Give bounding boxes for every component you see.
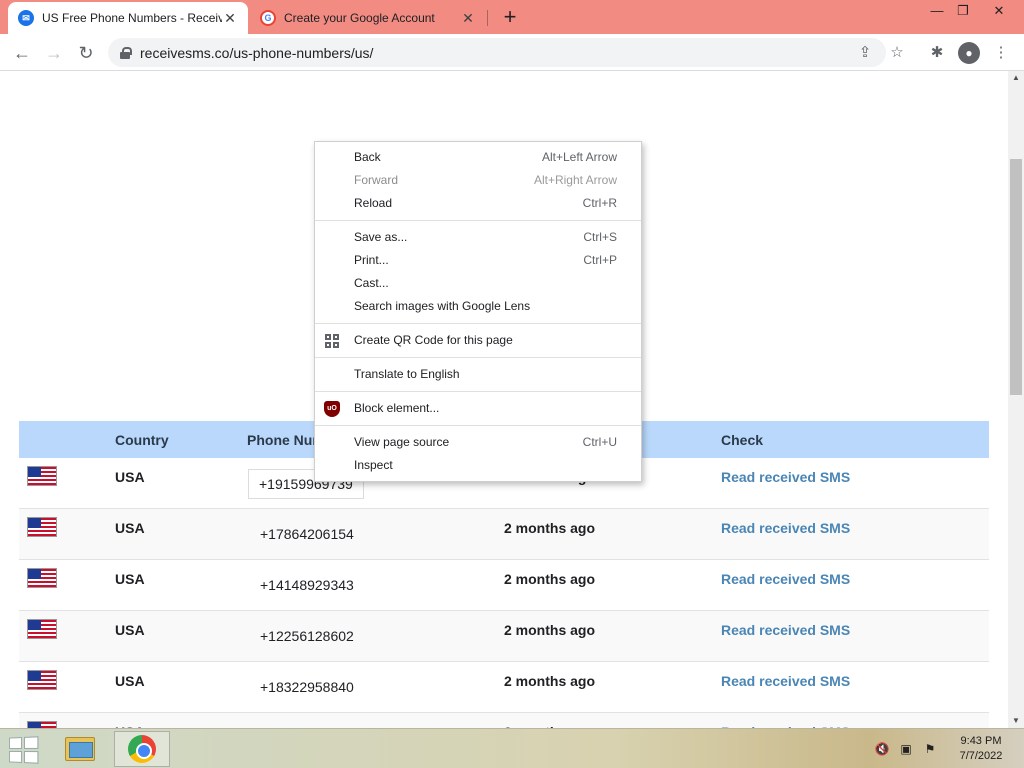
menu-separator [315, 323, 641, 324]
us-flag-icon [27, 517, 57, 537]
menu-separator [315, 357, 641, 358]
close-window-button[interactable]: ✕ [982, 0, 1016, 24]
tab-title: Create your Google Account [284, 11, 435, 25]
table-row: USA +18322958840 2 months ago Read recei… [19, 662, 989, 713]
clock-date: 7/7/2022 [959, 750, 1003, 762]
country-cell: USA [115, 571, 145, 587]
table-row: USA +17864206154 2 months ago Read recei… [19, 509, 989, 560]
added-cell: 2 months ago [504, 571, 596, 587]
menu-item-back[interactable]: Back Alt+Left Arrow [315, 146, 641, 169]
restore-button[interactable]: ❐ [946, 0, 980, 24]
ublock-icon: uO [324, 401, 340, 417]
reload-button[interactable]: ↻ [72, 39, 100, 67]
country-cell: USA [115, 469, 145, 485]
menu-item-save-as[interactable]: Save as... Ctrl+S [315, 226, 641, 249]
table-row: USA 2 months ago Read received SMS [19, 713, 989, 728]
system-clock[interactable]: 9:43 PM 7/7/2022 [946, 734, 1016, 764]
menu-separator [315, 220, 641, 221]
scrollbar-thumb[interactable] [1010, 159, 1022, 395]
menu-item-inspect[interactable]: Inspect [315, 454, 641, 477]
menu-item-reload[interactable]: Reload Ctrl+R [315, 192, 641, 215]
share-icon[interactable]: ⇪ [854, 42, 876, 64]
profile-avatar-icon[interactable]: ● [958, 42, 980, 64]
read-sms-link[interactable]: Read received SMS [721, 509, 850, 536]
read-sms-link[interactable]: Read received SMS [721, 662, 850, 689]
start-button-windows-icon[interactable] [9, 736, 39, 764]
us-flag-icon [27, 619, 57, 639]
read-sms-link[interactable]: Read received SMS [721, 560, 850, 587]
country-cell: USA [115, 520, 145, 536]
read-sms-link[interactable]: Read received SMS [721, 458, 850, 485]
us-flag-icon [27, 466, 57, 486]
table-row: USA +12256128602 2 months ago Read recei… [19, 611, 989, 662]
added-cell: 2 months ago [504, 673, 596, 689]
lock-icon[interactable] [120, 46, 132, 59]
network-icon[interactable]: ▣ [898, 742, 914, 756]
phone-number-cell[interactable]: +14148929343 [247, 560, 504, 593]
tab-separator [487, 10, 488, 26]
file-explorer-icon [65, 737, 95, 761]
menu-item-block-element[interactable]: uO Block element... [315, 397, 641, 420]
menu-separator [315, 425, 641, 426]
country-cell: USA [115, 673, 145, 689]
receivesms-favicon-icon: ✉ [18, 10, 34, 26]
extensions-icon[interactable]: ✱ [926, 42, 948, 64]
us-flag-icon [27, 568, 57, 588]
scroll-up-arrow-icon[interactable]: ▲ [1008, 71, 1024, 85]
url-text: receivesms.co/us-phone-numbers/us/ [140, 44, 374, 61]
qr-code-icon [324, 333, 340, 349]
title-bar: ✉ US Free Phone Numbers - Receive SMS ✕ … [0, 0, 1024, 34]
action-center-icon[interactable]: ⚑ [922, 742, 938, 756]
volume-muted-icon[interactable]: 🔇 [874, 742, 890, 756]
read-sms-link[interactable]: Read received SMS [721, 611, 850, 638]
tab-google-account[interactable]: G Create your Google Account ✕ [250, 2, 486, 34]
back-button[interactable]: ← [8, 39, 36, 67]
chrome-icon [128, 735, 156, 763]
phone-number-cell[interactable]: +17864206154 [247, 509, 504, 542]
context-menu: Back Alt+Left Arrow Forward Alt+Right Ar… [314, 141, 642, 482]
scroll-down-arrow-icon[interactable]: ▼ [1008, 714, 1024, 728]
added-cell: 2 months ago [504, 520, 596, 536]
header-check: Check [721, 431, 764, 448]
browser-toolbar: ← → ↻ receivesms.co/us-phone-numbers/us/… [0, 34, 1024, 71]
table-row: USA +14148929343 2 months ago Read recei… [19, 560, 989, 611]
close-tab-icon[interactable]: ✕ [460, 10, 476, 27]
tab-title: US Free Phone Numbers - Receive SMS [42, 11, 222, 25]
phone-number-cell[interactable]: +18322958840 [247, 662, 504, 695]
read-sms-link[interactable]: Read received SMS [721, 713, 850, 728]
taskbar-file-explorer[interactable] [52, 731, 108, 767]
added-cell: 2 months ago [504, 713, 721, 728]
menu-item-view-source[interactable]: View page source Ctrl+U [315, 431, 641, 454]
header-country: Country [115, 431, 169, 448]
menu-item-cast[interactable]: Cast... [315, 272, 641, 295]
page-scrollbar[interactable]: ▲ ▼ [1008, 71, 1024, 728]
menu-item-print[interactable]: Print... Ctrl+P [315, 249, 641, 272]
close-tab-icon[interactable]: ✕ [222, 10, 238, 27]
chrome-menu-icon[interactable]: ⋮ [990, 42, 1012, 64]
added-cell: 2 months ago [504, 622, 596, 638]
tab-receivesms[interactable]: ✉ US Free Phone Numbers - Receive SMS ✕ [8, 2, 248, 34]
bookmark-star-icon[interactable]: ☆ [886, 42, 908, 64]
taskbar-google-chrome[interactable] [114, 731, 170, 767]
phone-number-cell[interactable]: +12256128602 [247, 611, 504, 644]
phone-number-cell[interactable] [247, 713, 504, 728]
new-tab-button[interactable]: + [498, 4, 522, 30]
menu-item-forward[interactable]: Forward Alt+Right Arrow [315, 169, 641, 192]
google-favicon-icon: G [260, 10, 276, 26]
us-flag-icon [27, 721, 57, 728]
menu-item-google-lens[interactable]: Search images with Google Lens [315, 295, 641, 318]
clock-time: 9:43 PM [960, 735, 1002, 747]
country-cell: USA [115, 713, 247, 728]
us-flag-icon [27, 670, 57, 690]
menu-item-qr-code[interactable]: Create QR Code for this page [315, 329, 641, 352]
address-bar[interactable]: receivesms.co/us-phone-numbers/us/ ⇪ ☆ [108, 38, 904, 67]
menu-separator [315, 391, 641, 392]
taskbar: 🔇 ▣ ⚑ 9:43 PM 7/7/2022 [0, 728, 1024, 768]
forward-button[interactable]: → [40, 39, 68, 67]
country-cell: USA [115, 622, 145, 638]
menu-item-translate[interactable]: Translate to English [315, 363, 641, 386]
